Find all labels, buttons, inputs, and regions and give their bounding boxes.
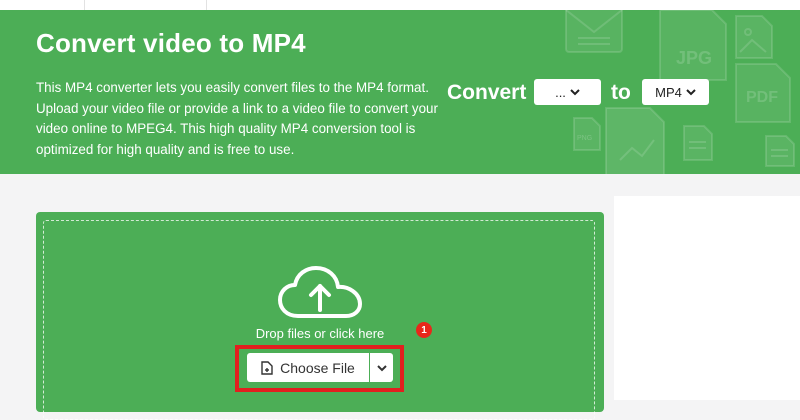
upload-dropzone[interactable]: Drop files or click here 1 Choose File xyxy=(36,212,604,420)
source-format-select[interactable]: ... xyxy=(534,79,601,105)
target-format-value: MP4 xyxy=(655,84,682,100)
image-file-icon xyxy=(735,15,773,59)
chart-file-icon xyxy=(605,107,665,174)
doc-file-icon xyxy=(765,135,795,167)
drop-files-text: Drop files or click here xyxy=(255,326,385,341)
target-format-select[interactable]: MP4 xyxy=(642,79,709,105)
choose-file-button[interactable]: Choose File xyxy=(247,353,369,382)
pdf-file-icon: PDF xyxy=(735,63,791,123)
chevron-down-icon xyxy=(570,89,580,96)
top-tab-strip xyxy=(0,0,800,10)
mail-icon xyxy=(565,10,623,53)
page-title: Convert video to MP4 xyxy=(36,28,306,58)
to-label: to xyxy=(611,81,631,104)
chevron-down-icon xyxy=(376,364,387,371)
hero-banner: JPG PDF PNG Convert video to MP4 This MP… xyxy=(0,10,800,174)
page-description: This MP4 converter lets you easily conve… xyxy=(36,80,438,157)
jpg-file-icon: JPG xyxy=(659,10,727,81)
svg-text:PDF: PDF xyxy=(746,89,778,106)
chevron-down-icon xyxy=(686,89,696,96)
choose-file-label: Choose File xyxy=(280,359,355,376)
png-file-icon: PNG xyxy=(573,117,601,151)
svg-text:JPG: JPG xyxy=(676,48,712,68)
file-add-icon xyxy=(261,360,273,375)
svg-text:PNG: PNG xyxy=(577,135,592,142)
convert-label: Convert xyxy=(447,81,527,104)
source-format-value: ... xyxy=(555,84,566,100)
sidebar-panel xyxy=(614,196,800,400)
cloud-upload-icon xyxy=(278,266,362,318)
step-badge: 1 xyxy=(416,322,432,338)
tab-separator xyxy=(84,0,85,10)
doc-file-icon xyxy=(683,125,713,161)
tab-separator xyxy=(206,0,207,10)
choose-file-dropdown[interactable] xyxy=(370,353,393,382)
